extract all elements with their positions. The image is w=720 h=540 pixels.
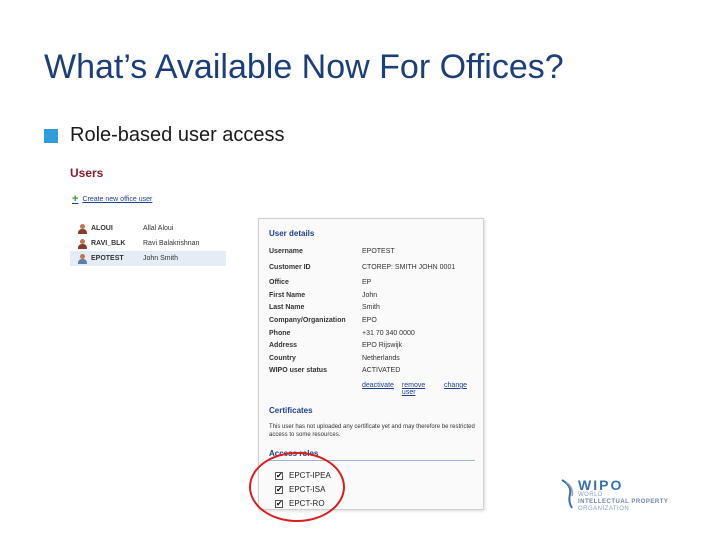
detail-value: EPO Rijswijk: [362, 342, 403, 350]
user-name: John Smith: [143, 255, 179, 262]
detail-value: Netherlands: [362, 354, 400, 362]
wipo-line3: ORGANIZATION: [578, 506, 630, 512]
user-actions: deactivate remove user change: [362, 382, 475, 396]
status-value: ACTIVATED: [362, 367, 401, 375]
wipo-line1: WORLD: [578, 492, 603, 498]
detail-value: Smith: [362, 304, 380, 312]
checkbox-checked-icon[interactable]: ✔: [275, 485, 283, 494]
user-row-epotest[interactable]: EPOTEST John Smith: [70, 251, 226, 266]
user-name: Ravi Balakrishnan: [143, 240, 200, 247]
bullet-point: Role-based user access: [44, 124, 285, 147]
detail-row-last-name: Last Name Smith: [269, 302, 475, 315]
detail-row-company: Company/Organization EPO: [269, 315, 475, 328]
user-icon: [78, 223, 87, 234]
detail-label: Country: [269, 354, 296, 362]
detail-row-country: Country Netherlands: [269, 353, 475, 366]
user-details-heading: User details: [269, 229, 315, 238]
role-checkbox-epct-ipea[interactable]: ✔ EPCT-IPEA: [275, 469, 475, 483]
user-icon: [78, 238, 87, 249]
wipo-emblem-icon: [560, 478, 574, 510]
detail-label: WIPO user status: [269, 367, 327, 375]
detail-label: Address: [269, 342, 298, 350]
wipo-logo: WIPO WORLD INTELLECTUAL PROPERTY ORGANIZ…: [560, 478, 668, 513]
bullet-text: Role-based user access: [70, 124, 285, 146]
user-details-panel: User details Username EPOTEST Customer I…: [258, 218, 484, 510]
certificates-heading: Certificates: [269, 405, 313, 415]
detail-value: John: [362, 291, 378, 299]
role-checkbox-epct-ro[interactable]: ✔ EPCT-RO: [275, 497, 475, 509]
detail-label: Username: [269, 248, 303, 255]
wipo-name: WIPO: [578, 477, 624, 493]
user-name: Allal Aloui: [143, 225, 174, 232]
deactivate-link[interactable]: deactivate: [362, 382, 394, 396]
detail-label: Customer ID: [269, 263, 311, 271]
detail-value: EP: [362, 279, 372, 287]
access-roles-heading: Access roles: [269, 449, 475, 461]
detail-value: CTOREP: SMITH JOHN 0001: [362, 263, 456, 271]
detail-value: EPOTEST: [362, 248, 395, 255]
change-link[interactable]: change: [444, 382, 467, 396]
role-label: EPCT-ISA: [289, 485, 326, 495]
detail-value: EPO: [362, 316, 377, 324]
certificates-message: This user has not uploaded any certifica…: [269, 423, 475, 438]
detail-label: First Name: [269, 291, 306, 299]
user-icon: [78, 253, 87, 264]
checkbox-checked-icon[interactable]: ✔: [275, 471, 283, 480]
plus-icon: +: [72, 193, 79, 205]
user-id: RAVI_BLK: [91, 240, 126, 247]
role-checkbox-epct-isa[interactable]: ✔ EPCT-ISA: [275, 483, 475, 497]
remove-user-link[interactable]: remove user: [402, 382, 436, 396]
create-user-link-label: Create new office user: [82, 196, 153, 203]
detail-value: +31 70 340 0000: [362, 329, 415, 337]
detail-row-phone: Phone +31 70 340 0000: [269, 328, 475, 341]
detail-row-office: Office EP: [269, 277, 475, 290]
role-label: EPCT-RO: [289, 499, 325, 509]
detail-label: Company/Organization: [269, 316, 346, 324]
user-id: ALOUI: [91, 225, 113, 232]
wipo-line2: INTELLECTUAL PROPERTY: [578, 499, 669, 505]
detail-row-status: WIPO user status ACTIVATED: [269, 365, 475, 378]
user-id: EPOTEST: [91, 255, 124, 262]
detail-label: Last Name: [269, 304, 305, 312]
detail-row-username: Username EPOTEST: [269, 246, 475, 259]
bullet-square-icon: [44, 128, 58, 143]
role-label: EPCT-IPEA: [289, 471, 331, 481]
detail-row-address: Address EPO Rijswijk: [269, 340, 475, 353]
users-panel: Users + Create new office user ALOUI All…: [70, 166, 226, 266]
user-row-ravi[interactable]: RAVI_BLK Ravi Balakrishnan: [70, 236, 226, 251]
detail-label: Office: [269, 279, 289, 287]
detail-row-customer-id: Customer ID CTOREP: SMITH JOHN 0001: [269, 262, 475, 275]
create-user-link[interactable]: + Create new office user: [70, 194, 226, 205]
users-heading: Users: [70, 166, 104, 180]
detail-row-first-name: First Name John: [269, 290, 475, 303]
slide-title: What’s Available Now For Offices?: [44, 48, 564, 86]
detail-label: Phone: [269, 329, 291, 337]
user-row-aloui[interactable]: ALOUI Allal Aloui: [70, 221, 226, 236]
checkbox-checked-icon[interactable]: ✔: [275, 499, 283, 508]
